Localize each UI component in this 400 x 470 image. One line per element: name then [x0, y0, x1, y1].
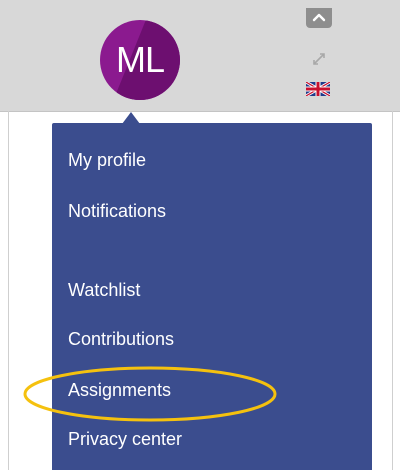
avatar-initials: ML: [115, 39, 165, 80]
menu-item-my-profile[interactable]: My profile: [68, 147, 146, 173]
menu-item-contributions[interactable]: Contributions: [68, 326, 174, 352]
left-divider: [8, 111, 9, 470]
expand-arrows-icon[interactable]: [311, 51, 327, 67]
uk-flag-icon[interactable]: [305, 80, 331, 98]
menu-item-assignments[interactable]: Assignments: [68, 377, 171, 403]
menu-item-watchlist[interactable]: Watchlist: [68, 277, 140, 303]
header-bar: [0, 0, 400, 112]
right-divider: [392, 111, 393, 470]
user-dropdown-menu: My profile Notifications Watchlist Contr…: [52, 123, 372, 470]
page: ML My profile Notifications Watchlist Co…: [0, 0, 400, 470]
menu-item-notifications[interactable]: Notifications: [68, 198, 166, 224]
chevron-up-icon: [312, 13, 326, 22]
collapse-button[interactable]: [306, 8, 332, 28]
menu-item-privacy-center[interactable]: Privacy center: [68, 426, 182, 452]
avatar[interactable]: ML: [100, 20, 180, 100]
